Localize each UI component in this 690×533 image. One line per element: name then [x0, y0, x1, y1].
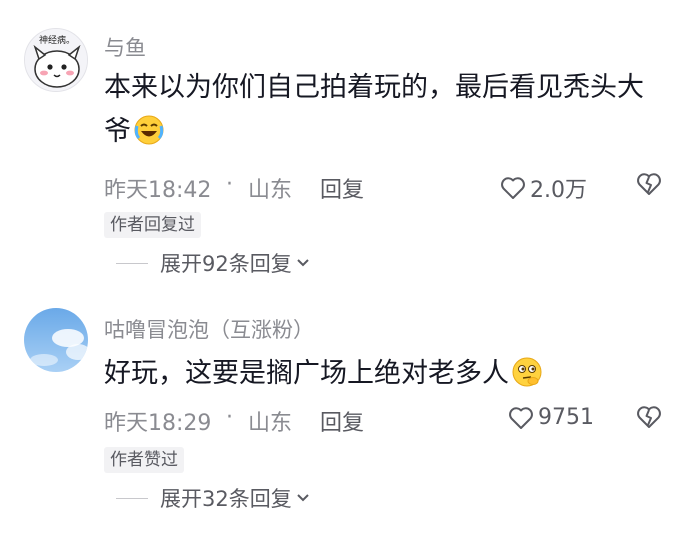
expand-replies-button[interactable]: 展开92条回复 — [116, 248, 310, 278]
comment-text-body: 好玩，这要是搁广场上绝对老多人 — [104, 358, 509, 389]
like-button[interactable]: 2.0万 — [500, 172, 587, 204]
avatar[interactable] — [24, 308, 88, 372]
meta-separator: · — [226, 172, 233, 197]
laughing-crying-emoji-icon — [133, 114, 165, 146]
heart-icon — [509, 406, 533, 429]
comment-text: 好玩，这要是搁广场上绝对老多人 — [104, 352, 664, 396]
divider — [116, 262, 148, 264]
avatar[interactable]: 神经病。 — [24, 28, 88, 92]
thinking-emoji-icon — [511, 356, 543, 388]
timestamp: 昨天18:29 — [104, 411, 212, 436]
heart-icon — [501, 177, 525, 199]
chevron-down-icon — [297, 259, 309, 267]
comment-meta: 昨天18:42 · 山东 回复 2.0万 — [104, 172, 662, 204]
cartoon-avatar-icon: 神经病。 — [25, 29, 87, 91]
reply-button[interactable]: 回复 — [320, 405, 364, 437]
author-badge: 作者回复过 — [104, 212, 201, 238]
expand-replies-label: 展开32条回复 — [160, 487, 292, 511]
like-button[interactable]: 9751 — [508, 405, 594, 430]
username[interactable]: 咕噜冒泡泡（互涨粉） — [104, 314, 314, 344]
avatar-caption: 神经病。 — [39, 34, 75, 46]
location: 山东 — [248, 178, 293, 203]
comment-text: 本来以为你们自己拍着玩的，最后看见秃头大爷 — [104, 66, 664, 154]
divider — [116, 497, 148, 499]
like-count: 2.0万 — [530, 178, 587, 203]
dislike-heart-icon — [637, 406, 661, 428]
author-badge: 作者赞过 — [104, 447, 184, 473]
expand-replies-button[interactable]: 展开32条回复 — [116, 483, 310, 513]
reply-button[interactable]: 回复 — [320, 172, 364, 204]
chevron-down-icon — [297, 494, 309, 502]
expand-replies-label: 展开92条回复 — [160, 252, 292, 276]
comment-meta: 昨天18:29 · 山东 回复 9751 — [104, 405, 662, 437]
timestamp: 昨天18:42 — [104, 178, 212, 203]
dislike-heart-icon — [637, 173, 661, 195]
dislike-button[interactable] — [636, 172, 662, 202]
username[interactable]: 与鱼 — [104, 32, 146, 62]
dislike-button[interactable] — [636, 405, 662, 435]
sky-avatar-icon — [24, 308, 88, 372]
comment-text-body: 本来以为你们自己拍着玩的，最后看见秃头大爷 — [104, 72, 644, 147]
meta-separator: · — [226, 405, 233, 430]
location: 山东 — [248, 411, 293, 436]
like-count: 9751 — [538, 405, 594, 430]
